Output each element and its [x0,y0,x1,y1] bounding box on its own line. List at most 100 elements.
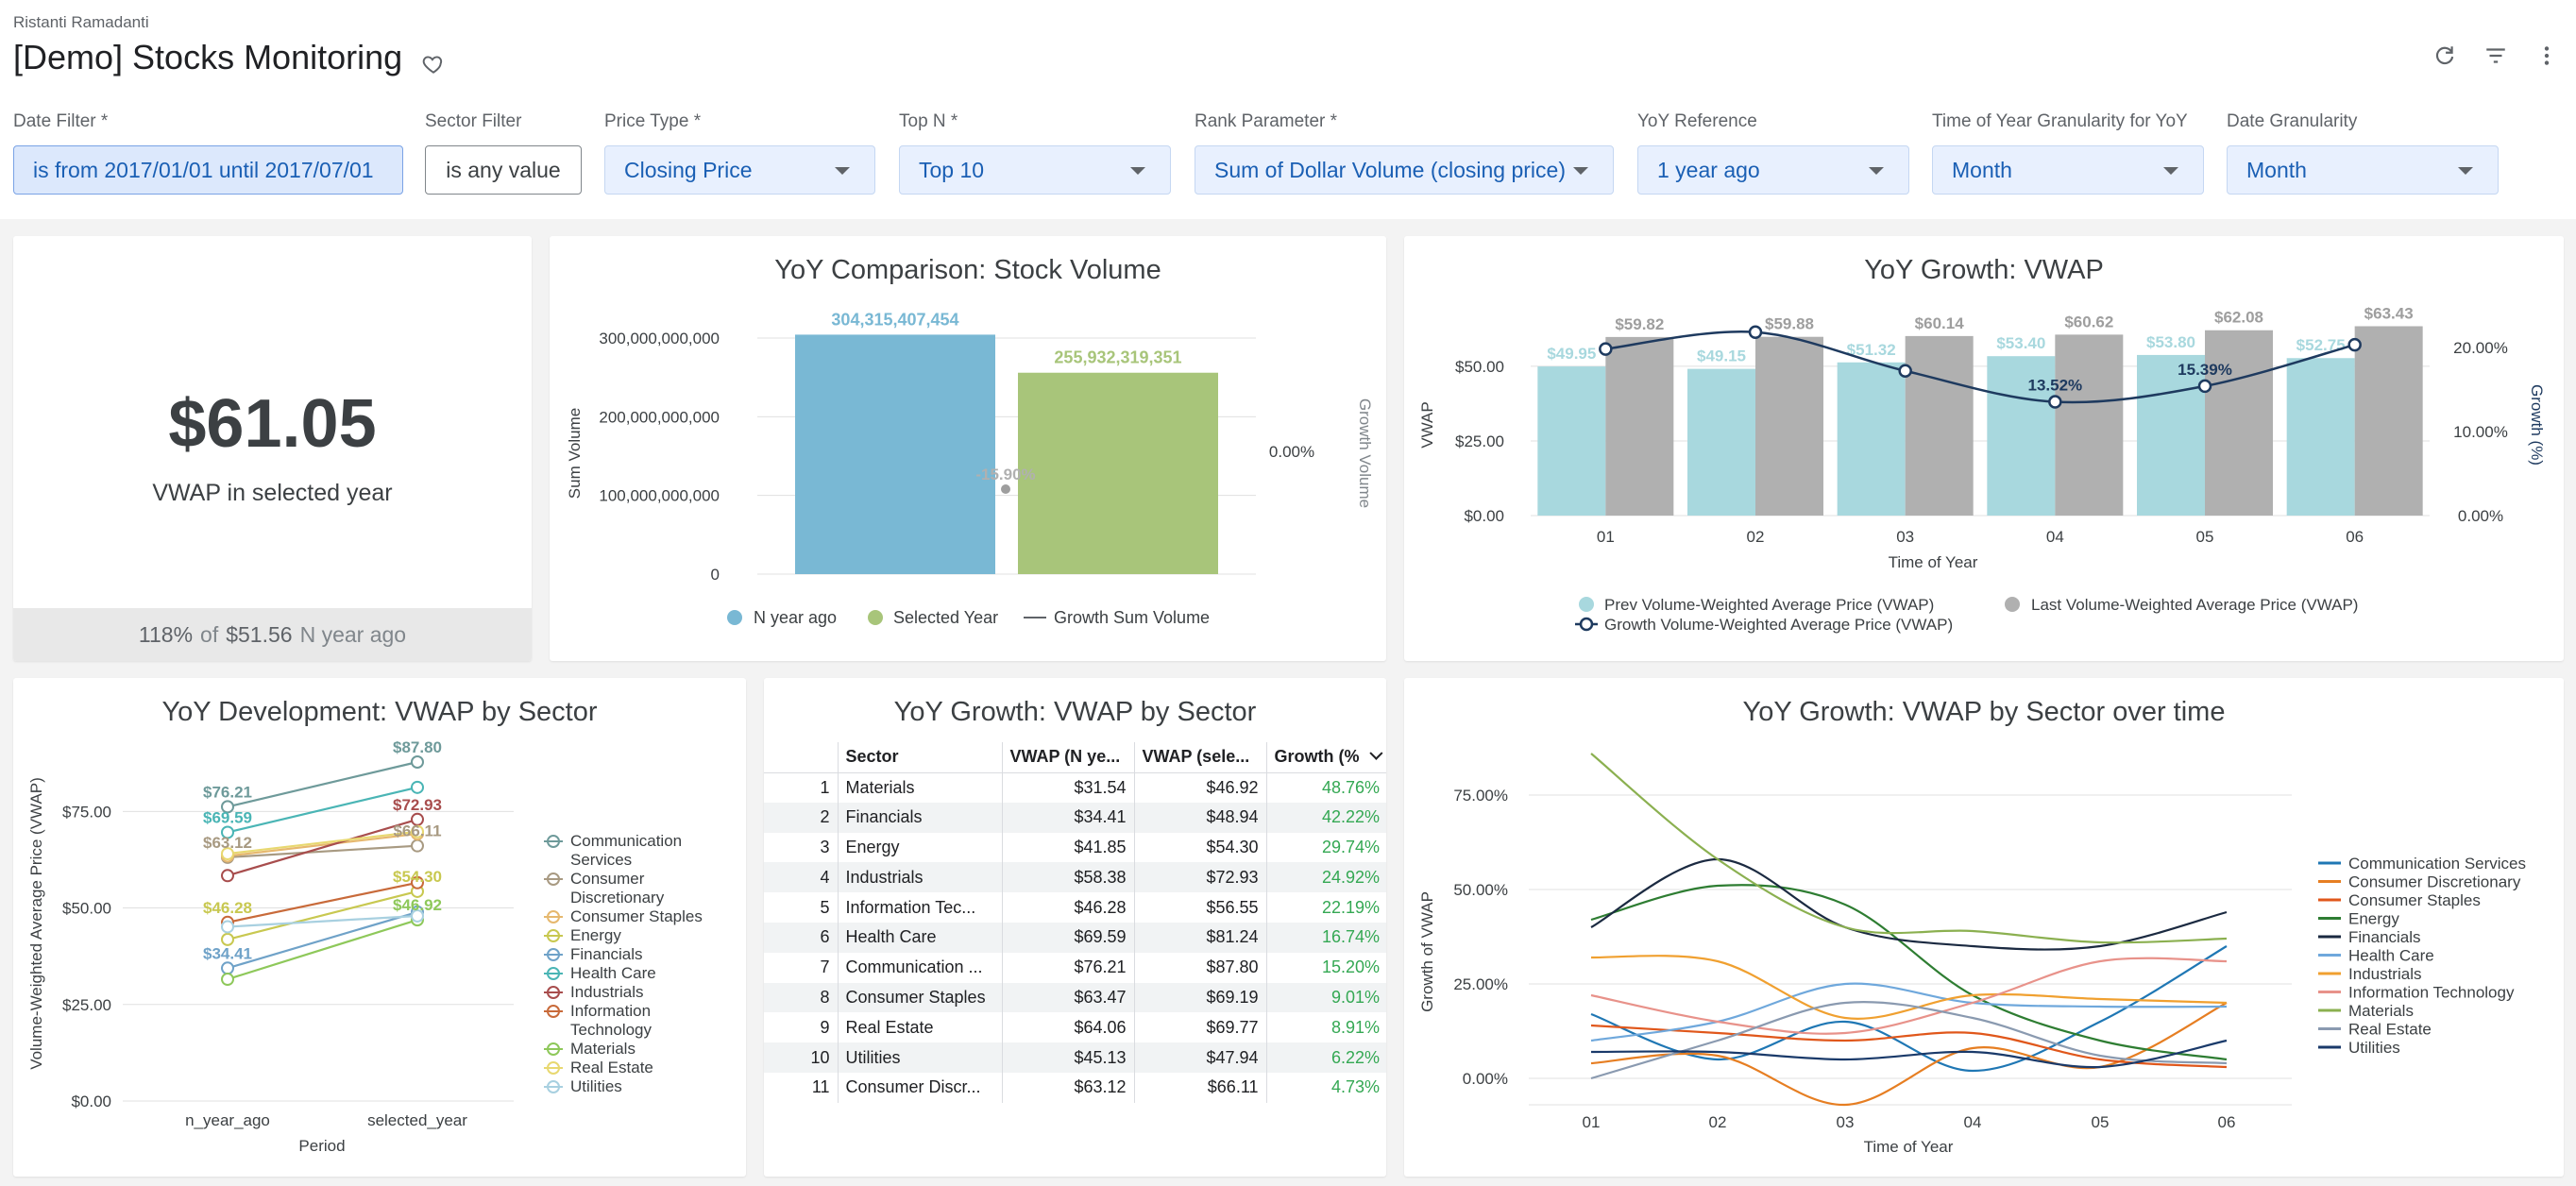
author-name: Ristanti Ramadanti [13,13,149,31]
series-line [1590,857,2228,951]
row-index: 11 [764,1072,839,1103]
kpi-comparison-value: $51.56 [226,621,293,647]
col-growth[interactable]: Growth (% [1266,742,1386,773]
growth-point [1748,325,1763,340]
x-tick-label: 06 [2346,528,2364,546]
bar-n-year-ago [795,334,995,574]
y2-tick-label: 10.00% [2453,423,2508,441]
legend-label: Information Technology [2348,984,2515,1002]
data-label: $46.92 [393,896,442,914]
table-row[interactable]: 3 Energy $41.85 $54.30 29.74% [764,832,1386,863]
y-axis-label: VWAP [1418,401,1436,448]
vwap-prev-cell: $31.54 [1002,772,1135,803]
table-row[interactable]: 5 Information Tec... $46.28 $56.55 22.19% [764,892,1386,923]
y-tick-label: $0.00 [71,1093,111,1110]
data-label: $49.95 [1547,345,1596,363]
table-row[interactable]: 8 Consumer Staples $63.47 $69.19 9.01% [764,982,1386,1013]
series-point [221,961,234,975]
y-axis-label: Growth of VWAP [1418,891,1436,1012]
table-row[interactable]: 9 Real Estate $64.06 $69.77 8.91% [764,1012,1386,1043]
vwap-growth-chart-card: YoY Growth: VWAP $0.00 $25.00 $50.00 0.00% 1… [1404,236,2564,661]
col-growth-label: Growth (% [1274,747,1360,767]
table-row[interactable]: 7 Communication ... $76.21 $87.80 15.20% [764,952,1386,983]
y2-tick-label: 20.00% [2453,339,2508,357]
table-row[interactable]: 2 Financials $34.41 $48.94 42.22% [764,802,1386,833]
legend-marker [2005,597,2020,612]
col-sector[interactable]: Sector [838,742,1003,773]
favorite-heart-icon[interactable] [421,45,446,74]
legend-label: Consumer Staples [2348,891,2481,909]
row-index: 4 [764,862,839,893]
vwap-prev-cell: $63.47 [1002,982,1135,1013]
legend-label: Growth Volume-Weighted Average Price (VW… [1604,616,1953,634]
table-row[interactable]: 6 Health Care $69.59 $81.24 16.74% [764,922,1386,953]
x-axis-label: Period [298,1137,345,1155]
more-options-icon[interactable] [2534,43,2559,68]
series-point [221,932,234,946]
filter-icon[interactable] [2483,43,2508,68]
kpi-comparison-of: of [200,621,219,647]
legend-label: Energy [570,926,621,944]
top-n-label: Top N * [899,111,958,131]
bar-prev-vwap [1837,362,1906,516]
col-vwap-prev[interactable]: VWAP (N ye... [1002,742,1135,773]
sector-filter-input[interactable]: is any value [425,145,582,195]
table-row[interactable]: 11 Consumer Discr... $63.12 $66.11 4.73% [764,1072,1386,1103]
vwap-prev-cell: $64.06 [1002,1012,1135,1043]
volume-chart: 0 100,000,000,000 200,000,000,000 300,000,0… [566,310,1374,627]
growth-cell: 42.22% [1266,802,1386,833]
refresh-icon[interactable] [2432,43,2457,68]
vwap-prev-cell: $46.28 [1002,892,1135,923]
table-row[interactable]: 10 Utilities $45.13 $47.94 6.22% [764,1042,1386,1073]
legend-label: Real Estate [570,1059,653,1076]
series-line [1590,884,2228,1061]
sector-dev-chart: $0.00 $25.00 $50.00 $75.00 Volume-Weighted A… [27,738,703,1155]
top-n-select[interactable]: Top 10 [899,145,1171,195]
vwap-selected-cell: $72.93 [1134,862,1267,893]
y2-tick-label: 0.00% [1269,443,1314,461]
vwap-prev-cell: $41.85 [1002,832,1135,863]
y-tick-label: $25.00 [62,996,111,1014]
x-tick-label: 05 [2196,528,2214,546]
x-axis-label: Time of Year [1864,1138,1954,1156]
table-row[interactable]: 1 Materials $31.54 $46.92 48.76% [764,772,1386,803]
legend-label: Health Care [2348,947,2434,965]
dashboard-header: Ristanti Ramadanti [Demo] Stocks Monitor… [0,0,2576,219]
series-line [1590,955,2228,1020]
col-vwap-selected[interactable]: VWAP (sele... [1134,742,1267,773]
sector-cell: Consumer Discr... [838,1072,1003,1103]
growth-cell: 4.73% [1330,1077,1380,1097]
series-line [1590,957,2228,1035]
sort-chevron-icon[interactable] [1368,746,1383,761]
top-n-filter: Top N * Top 10 [899,111,1171,195]
x-tick-label: selected_year [367,1111,467,1129]
legend-label: Utilities [570,1077,622,1095]
legend-marker [1579,617,1594,632]
legend-label: Consumer Staples [570,907,703,925]
yoy-reference-select[interactable]: 1 year ago [1637,145,1909,195]
y-axis-label: Volume-Weighted Average Price (VWAP) [27,777,45,1070]
price-type-select[interactable]: Closing Price [604,145,875,195]
legend-label: Industrials [570,983,643,1001]
series-line [227,830,418,856]
date-granularity-select[interactable]: Month [2227,145,2499,195]
time-granularity-select[interactable]: Month [1932,145,2204,195]
sector-filter: Sector Filter is any value [425,111,582,195]
date-filter-input[interactable]: is from 2017/01/01 until 2017/07/01 [13,145,403,195]
y-tick-label: $75.00 [62,803,111,821]
x-tick-label: 06 [2218,1113,2236,1131]
series-point [411,754,424,769]
legend-label: Materials [570,1040,636,1058]
data-label: $52.75 [2296,336,2346,354]
y-tick-label: $0.00 [1464,507,1504,525]
data-label: $60.62 [2064,313,2113,330]
table-row[interactable]: 4 Industrials $58.38 $72.93 24.92% [764,862,1386,893]
rank-parameter-select[interactable]: Sum of Dollar Volume (closing price) [1195,145,1614,195]
legend-label: Last Volume-Weighted Average Price (VWAP… [2031,596,2358,614]
data-label: $76.21 [203,783,252,801]
chevron-down-icon [835,167,850,175]
sector-time-chart-card: YoY Growth: VWAP by Sector over time 0.0… [1404,678,2564,1177]
legend-label: N year ago [754,608,837,627]
legend-label: Services [570,851,632,869]
bar-last-vwap [1605,336,1674,516]
